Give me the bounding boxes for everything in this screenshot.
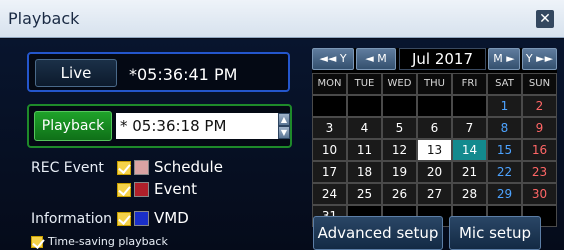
window-title: Playback	[8, 9, 80, 28]
calendar-day[interactable]: 17	[312, 161, 347, 183]
calendar-day[interactable]: 18	[347, 161, 382, 183]
playback-button[interactable]: Playback	[34, 111, 112, 141]
weekday-sat: SAT	[487, 73, 522, 95]
information-label: Information	[31, 211, 113, 227]
calendar-day[interactable]: 16	[522, 139, 557, 161]
calendar-week: 24 25 26 27 28 29 30	[312, 183, 557, 205]
close-icon[interactable]: ✕	[536, 10, 554, 28]
spin-up-icon[interactable]: ▲	[278, 113, 290, 126]
calendar-day[interactable]: 9	[522, 117, 557, 139]
calendar-day[interactable]: 28	[452, 183, 487, 205]
calendar-day[interactable]: 1	[487, 95, 522, 117]
weekday-thu: THU	[417, 73, 452, 95]
spin-down-icon[interactable]: ▼	[278, 126, 290, 139]
calendar: ◄◄ Y ◄ M Jul 2017 M ► Y ►► MON TUE WED T…	[312, 48, 557, 227]
weekday-tue: TUE	[347, 73, 382, 95]
schedule-checkbox[interactable]	[117, 161, 131, 175]
calendar-day[interactable]: 26	[382, 183, 417, 205]
vmd-label: VMD	[154, 209, 189, 227]
schedule-label: Schedule	[154, 158, 223, 176]
time-saving-checkbox[interactable]	[31, 236, 43, 248]
calendar-days: 1 2 3 4 5 6 7 8 9 10 11 12 13 14 15 16 17 18 19 20 21 22 23 24 2…	[312, 95, 557, 227]
calendar-week: 12	[312, 95, 557, 117]
weekday-wed: WED	[382, 73, 417, 95]
vmd-checkbox[interactable]	[117, 212, 131, 226]
calendar-empty-cell	[452, 95, 487, 117]
schedule-swatch	[134, 160, 149, 175]
weekday-header: MON TUE WED THU FRI SAT SUN	[312, 73, 557, 95]
live-button[interactable]: Live	[35, 59, 117, 87]
calendar-day[interactable]: 30	[522, 183, 557, 205]
calendar-week: 17 18 19 20 21 22 23	[312, 161, 557, 183]
calendar-day[interactable]: 7	[452, 117, 487, 139]
calendar-day[interactable]: 3	[312, 117, 347, 139]
playback-section: Playback * 05:36:18 PM ▲ ▼	[27, 104, 292, 148]
calendar-day[interactable]: 24	[312, 183, 347, 205]
calendar-empty-cell	[347, 95, 382, 117]
calendar-week: 3456789	[312, 117, 557, 139]
calendar-day[interactable]: 14	[452, 139, 487, 161]
next-year-button[interactable]: Y ►►	[522, 48, 557, 70]
calendar-day[interactable]: 4	[347, 117, 382, 139]
event-swatch	[134, 182, 149, 197]
calendar-day[interactable]: 6	[417, 117, 452, 139]
weekday-sun: SUN	[522, 73, 557, 95]
calendar-day[interactable]: 29	[487, 183, 522, 205]
calendar-day[interactable]: 11	[347, 139, 382, 161]
prev-year-button[interactable]: ◄◄ Y	[312, 48, 354, 70]
mic-setup-button[interactable]: Mic setup	[449, 216, 541, 250]
event-label: Event	[154, 180, 197, 198]
calendar-day[interactable]: 5	[382, 117, 417, 139]
calendar-day[interactable]: 15	[487, 139, 522, 161]
calendar-day[interactable]: 20	[417, 161, 452, 183]
weekday-mon: MON	[312, 73, 347, 95]
calendar-empty-cell	[382, 95, 417, 117]
next-month-button[interactable]: M ►	[488, 48, 520, 70]
calendar-day[interactable]: 13	[417, 139, 452, 161]
calendar-day[interactable]: 22	[487, 161, 522, 183]
calendar-grid: MON TUE WED THU FRI SAT SUN 1 2 3 4 5 6 7 8 9 10 1…	[312, 73, 557, 227]
live-section: Live *05:36:41 PM	[27, 52, 290, 92]
calendar-day[interactable]: 25	[347, 183, 382, 205]
calendar-day[interactable]: 12	[382, 139, 417, 161]
calendar-day[interactable]: 8	[487, 117, 522, 139]
calendar-empty-cell	[417, 95, 452, 117]
advanced-setup-button[interactable]: Advanced setup	[313, 216, 443, 250]
event-checkbox[interactable]	[117, 183, 131, 197]
calendar-day[interactable]: 2	[522, 95, 557, 117]
calendar-day[interactable]: 10	[312, 139, 347, 161]
calendar-day[interactable]: 23	[522, 161, 557, 183]
weekday-fri: FRI	[452, 73, 487, 95]
window-titlebar: Playback ✕	[0, 0, 564, 38]
time-spinner[interactable]: ▲ ▼	[278, 113, 290, 139]
calendar-week: 10 11 12 13 14 15 16	[312, 139, 557, 161]
live-time: *05:36:41 PM	[129, 65, 238, 84]
prev-month-button[interactable]: ◄ M	[356, 48, 396, 70]
calendar-day[interactable]: 21	[452, 161, 487, 183]
time-saving-label: Time-saving playback	[48, 235, 168, 248]
playback-time-field[interactable]: * 05:36:18 PM	[116, 113, 278, 139]
vmd-swatch	[134, 211, 149, 226]
calendar-day[interactable]: 27	[417, 183, 452, 205]
calendar-month-label: Jul 2017	[399, 48, 486, 70]
calendar-empty-cell	[312, 95, 347, 117]
calendar-day[interactable]: 19	[382, 161, 417, 183]
rec-event-label: REC Event	[31, 160, 104, 176]
